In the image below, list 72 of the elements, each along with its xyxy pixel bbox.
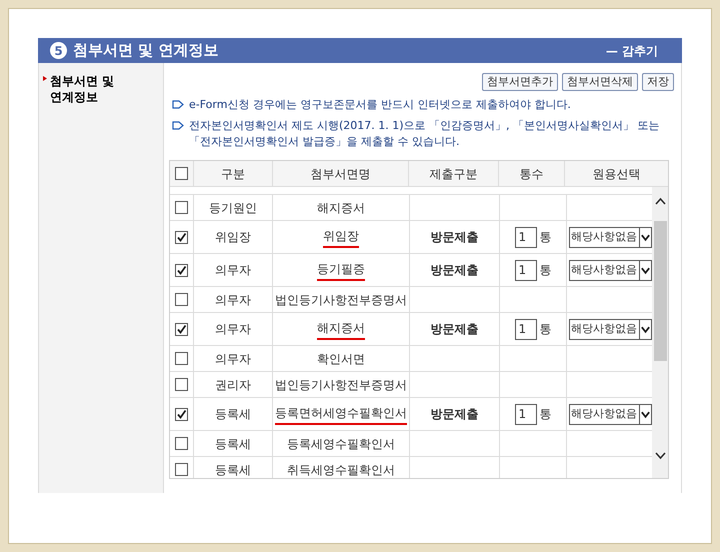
section-title: 첨부서면 및 연계정보 — [73, 40, 218, 62]
table-cell: 등록면허세영수필확인서 — [275, 404, 407, 424]
table-cell-text: 등록세 — [215, 436, 251, 452]
column-header: 통수 — [498, 161, 566, 186]
table-cell-text: 의무자 — [215, 262, 251, 279]
toolbar-button[interactable]: 저장 — [642, 73, 674, 91]
table-cell: 등기필증 — [317, 260, 365, 280]
table-cell-text: 의무자 — [215, 350, 251, 368]
table-cell-text: 법인등기사항전부증명서 — [275, 292, 407, 308]
scroll-down-icon — [654, 452, 666, 460]
toolbar-button[interactable]: 첨부서면삭제 — [562, 73, 638, 91]
checkbox[interactable] — [175, 230, 188, 244]
collapse-link[interactable]: — 감추기 — [606, 42, 658, 60]
step-number: 5 — [50, 42, 67, 59]
table-cell-text: 취득세영수필확인서 — [287, 462, 395, 478]
table-cell-text: 등록세영수필확인서 — [287, 436, 395, 452]
column-header: 원용선택 — [592, 166, 642, 182]
notice-text: 전자본인서명확인서 제도 시행(2017. 1. 1)으로 「인감증명서」, 「본인서명사실확인서」 또는 「전자본인서명확인서 발급증」을 제출할 수 있습니다. — [189, 118, 661, 150]
column-header: 첨부서면명 — [272, 161, 410, 186]
scrollbar[interactable] — [652, 187, 668, 478]
table-cell-text: 방문제출 — [430, 321, 478, 338]
checkbox[interactable] — [175, 378, 188, 391]
scroll-thumb[interactable] — [654, 221, 666, 361]
chevron-down-icon — [639, 260, 651, 280]
table-cell-text: 등기원인 — [209, 200, 257, 216]
arrow-icon — [172, 121, 184, 130]
checkbox[interactable] — [175, 201, 188, 214]
table-cell-text: 등록세 — [215, 462, 251, 478]
checkbox[interactable] — [175, 408, 188, 420]
table-cell-text: 방문제출 — [430, 262, 478, 279]
table-cell-text: 방문제출 — [430, 406, 478, 423]
column-header: 제출구분 — [409, 161, 499, 186]
table-cell-text: 의무자 — [215, 292, 251, 308]
unit-label: 통 — [540, 229, 552, 246]
table-cell: 해지증서 — [317, 318, 365, 340]
count-field[interactable]: 1 — [514, 404, 536, 424]
table-cell-text: 법인등기사항전부증명서 — [275, 376, 407, 394]
checkbox[interactable] — [175, 463, 188, 476]
arrow-icon — [172, 100, 184, 109]
chevron-down-icon — [639, 228, 651, 246]
notice-text: e-Form신청 경우에는 영구보존문서를 반드시 인터넷으로 제출하여야 합니다. — [189, 97, 571, 113]
chevron-down-icon — [639, 404, 651, 424]
count-field[interactable]: 1 — [514, 318, 536, 340]
option-dropdown[interactable]: 해당사항없음 — [569, 404, 652, 424]
bullet-icon — [43, 76, 47, 81]
table-cell-text: 권리자 — [215, 376, 251, 394]
option-dropdown[interactable]: 해당사항없음 — [569, 260, 652, 280]
checkbox[interactable] — [175, 322, 188, 336]
column-header: 구분 — [194, 161, 273, 186]
table-cell: 위임장 — [323, 226, 359, 248]
unit-label: 통 — [540, 321, 552, 338]
chevron-down-icon — [639, 320, 651, 338]
table-cell-text: 등록세 — [215, 406, 251, 423]
scroll-up-icon — [654, 197, 666, 205]
count-field[interactable]: 1 — [514, 260, 536, 280]
option-dropdown[interactable]: 해당사항없음 — [569, 318, 652, 340]
count-field[interactable]: 1 — [514, 226, 536, 248]
table-cell-text: 위임장 — [215, 229, 251, 246]
checkbox[interactable] — [175, 437, 188, 450]
checkbox[interactable] — [175, 264, 188, 276]
unit-label: 통 — [540, 262, 552, 279]
toolbar-button[interactable]: 첨부서면추가 — [482, 73, 558, 91]
checkbox[interactable] — [175, 352, 188, 365]
checkbox[interactable] — [175, 293, 188, 306]
sidebar-item[interactable]: 첨부서면 및 연계정보 — [43, 73, 135, 105]
checkbox[interactable] — [174, 167, 188, 180]
unit-label: 통 — [540, 406, 552, 423]
option-dropdown[interactable]: 해당사항없음 — [569, 226, 652, 248]
table-cell-text: 해지증서 — [317, 200, 365, 216]
table-cell-text: 의무자 — [215, 321, 251, 338]
table-cell-text: 방문제출 — [430, 229, 478, 246]
table-cell-text: 확인서면 — [317, 350, 365, 368]
